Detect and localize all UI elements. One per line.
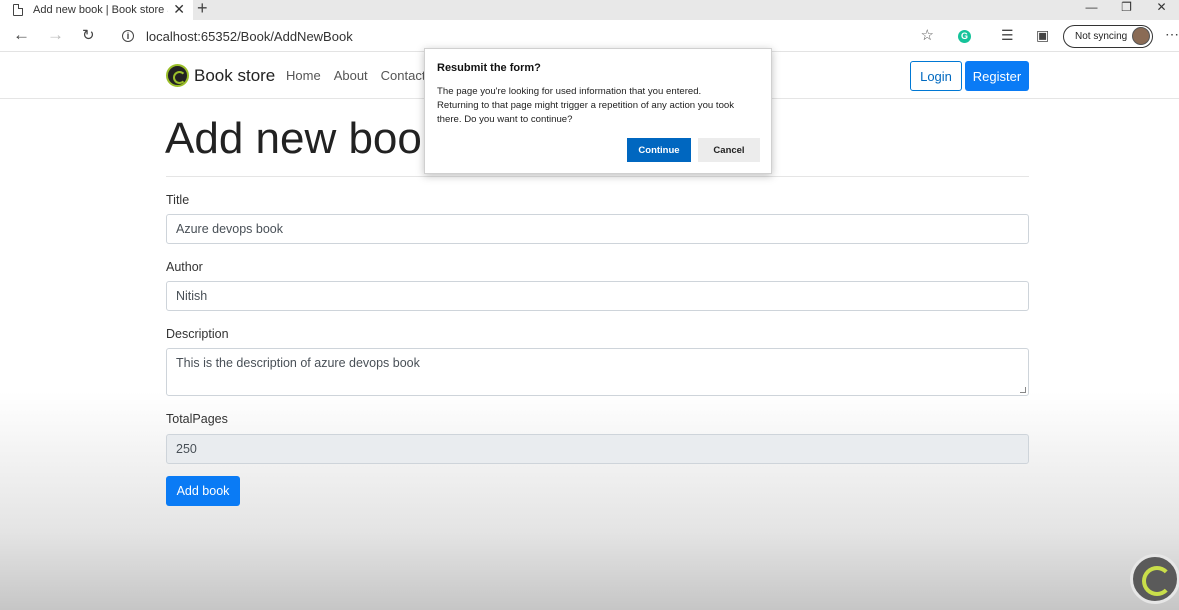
description-textarea[interactable]: This is the description of azure devops … bbox=[166, 348, 1029, 396]
brand-link[interactable]: Book store bbox=[166, 64, 275, 87]
favorite-star-icon[interactable]: ☆ bbox=[921, 26, 934, 44]
url-text[interactable]: localhost:65352/Book/AddNewBook bbox=[146, 29, 353, 44]
profile-button[interactable]: Not syncing bbox=[1063, 25, 1153, 48]
close-tab-icon[interactable]: ✕ bbox=[173, 1, 185, 18]
cancel-button[interactable]: Cancel bbox=[698, 138, 760, 162]
login-button[interactable]: Login bbox=[910, 61, 962, 91]
divider bbox=[166, 176, 1029, 177]
resize-handle-icon[interactable] bbox=[1020, 387, 1026, 393]
add-book-button[interactable]: Add book bbox=[166, 476, 240, 506]
grammarly-extension-icon[interactable]: G bbox=[958, 30, 971, 43]
collections-icon[interactable]: ▣ bbox=[1036, 27, 1049, 44]
dialog-line-2: Returning to that page might trigger a r… bbox=[437, 100, 735, 111]
profile-label: Not syncing bbox=[1075, 31, 1128, 42]
logo-icon bbox=[166, 64, 189, 87]
dialog-message: The page you're looking for used informa… bbox=[437, 85, 767, 127]
forward-icon[interactable]: → bbox=[47, 25, 64, 45]
refresh-icon[interactable]: ↻ bbox=[82, 26, 95, 44]
tab-strip: Add new book | Book store appl ✕ + — ❐ ✕ bbox=[0, 0, 1179, 20]
author-label: Author bbox=[166, 260, 203, 274]
address-field[interactable]: i localhost:65352/Book/AddNewBook ☆ bbox=[112, 24, 944, 48]
nav-home[interactable]: Home bbox=[286, 68, 321, 83]
info-icon[interactable]: i bbox=[122, 30, 134, 42]
browser-tab[interactable]: Add new book | Book store appl ✕ bbox=[0, 0, 193, 20]
channel-logo-icon bbox=[1130, 554, 1179, 604]
nav-contact[interactable]: Contact bbox=[381, 68, 426, 83]
restore-button[interactable]: ❐ bbox=[1109, 0, 1144, 14]
favorites-icon[interactable]: ☰ bbox=[1001, 27, 1014, 44]
dialog-title: Resubmit the form? bbox=[437, 62, 541, 74]
back-icon[interactable]: ← bbox=[13, 25, 30, 45]
title-input[interactable]: Azure devops book bbox=[166, 214, 1029, 244]
title-label: Title bbox=[166, 193, 190, 207]
tab-title: Add new book | Book store appl bbox=[33, 4, 168, 16]
register-button[interactable]: Register bbox=[965, 61, 1029, 91]
page-icon bbox=[13, 4, 23, 16]
avatar bbox=[1132, 27, 1150, 45]
description-label: Description bbox=[166, 327, 229, 341]
description-text: This is the description of azure devops … bbox=[176, 356, 420, 370]
brand-name: Book store bbox=[194, 65, 276, 85]
window-controls: — ❐ ✕ bbox=[1074, 0, 1179, 14]
page-title: Add new book bbox=[165, 114, 444, 163]
resubmit-dialog: Resubmit the form? The page you're looki… bbox=[424, 48, 772, 174]
continue-button[interactable]: Continue bbox=[627, 138, 691, 162]
nav-about[interactable]: About bbox=[334, 68, 368, 83]
dialog-line-1: The page you're looking for used informa… bbox=[437, 86, 702, 97]
author-input[interactable]: Nitish bbox=[166, 281, 1029, 311]
dialog-line-3: there. Do you want to continue? bbox=[437, 114, 573, 125]
minimize-button[interactable]: — bbox=[1074, 0, 1109, 14]
totalpages-input[interactable]: 250 bbox=[166, 434, 1029, 464]
nav-links: Home About Contact bbox=[286, 68, 438, 83]
close-window-button[interactable]: ✕ bbox=[1144, 0, 1179, 14]
totalpages-label: TotalPages bbox=[166, 412, 228, 426]
more-menu-icon[interactable]: ⋯ bbox=[1165, 26, 1179, 43]
new-tab-button[interactable]: + bbox=[197, 0, 208, 19]
